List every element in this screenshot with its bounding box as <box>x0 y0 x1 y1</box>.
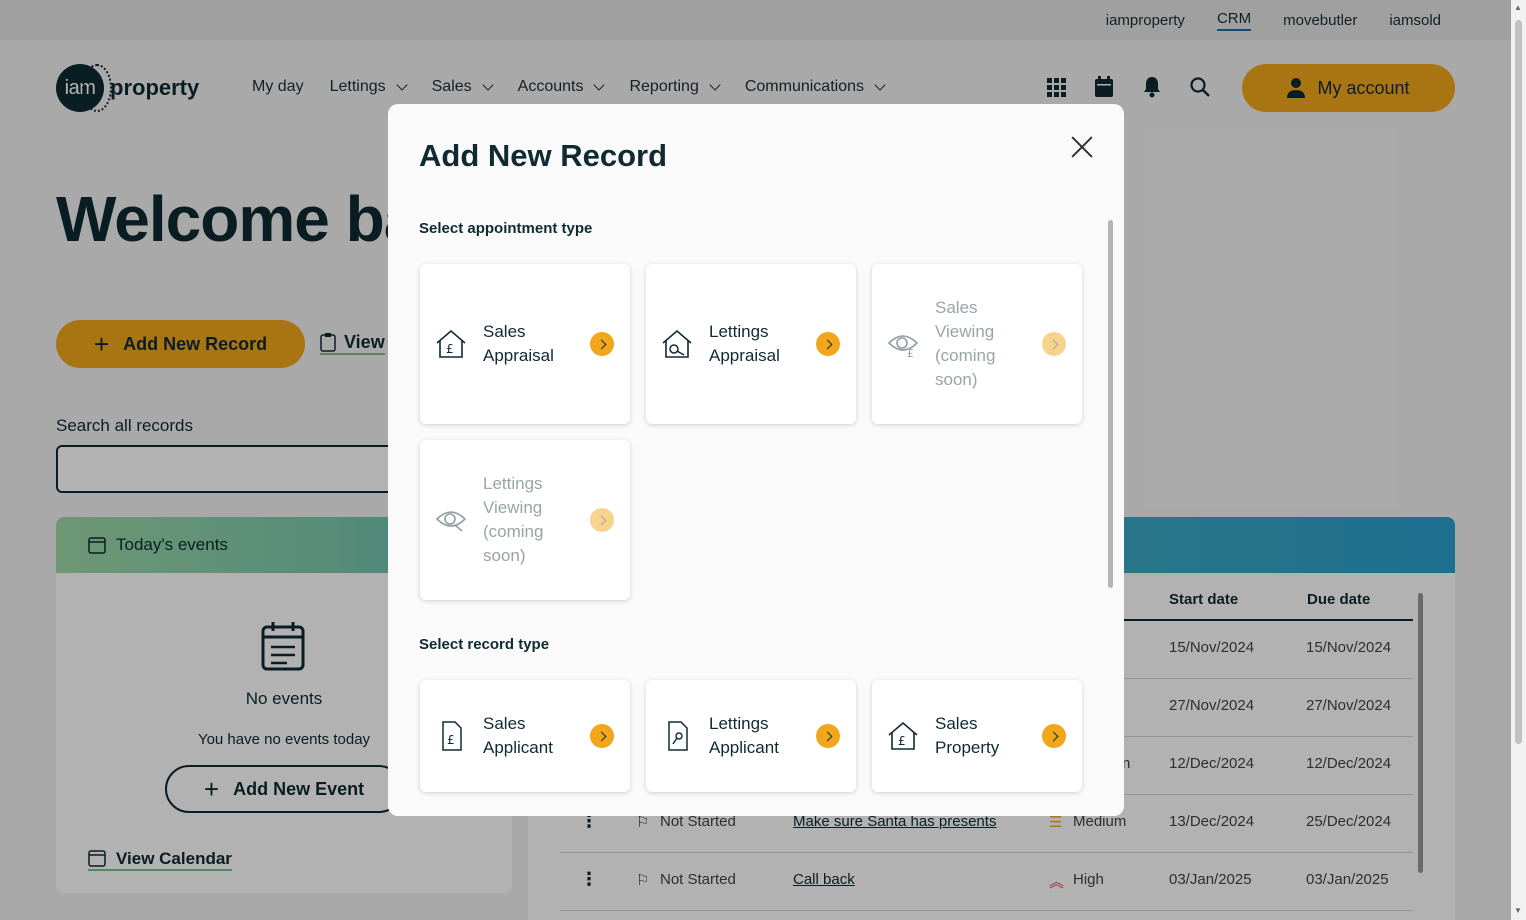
card-label: Sales Viewing (coming soon) <box>935 298 996 389</box>
chevron-right-icon <box>590 332 614 356</box>
card-lettings-applicant[interactable]: Lettings Applicant <box>646 680 856 792</box>
scroll-up-icon[interactable]: ▲ <box>1514 3 1522 12</box>
eye-key-icon <box>435 511 467 532</box>
card-label: Lettings Viewing (coming soon) <box>483 474 544 565</box>
document-pound-icon: £ <box>442 721 462 751</box>
chevron-right-icon <box>1042 332 1066 356</box>
card-sales-appraisal[interactable]: £ Sales Appraisal <box>420 264 630 424</box>
card-label: Sales Property <box>935 714 1000 757</box>
house-pound-icon: £ <box>888 721 918 750</box>
card-lettings-appraisal[interactable]: Lettings Appraisal <box>646 264 856 424</box>
page-scrollbar[interactable]: ▲ ▼ <box>1511 0 1526 920</box>
appointment-section-label: Select appointment type <box>419 220 593 237</box>
card-sales-applicant[interactable]: £ Sales Applicant <box>420 680 630 792</box>
close-icon[interactable] <box>1068 132 1096 160</box>
card-sales-property[interactable]: £ Sales Property <box>872 680 1082 792</box>
add-new-record-modal: Add New Record Select appointment type £… <box>388 104 1124 816</box>
card-sales-viewing: £ Sales Viewing (coming soon) <box>872 264 1082 424</box>
house-pound-icon: £ <box>436 329 466 358</box>
chevron-right-icon <box>590 508 614 532</box>
card-lettings-viewing: Lettings Viewing (coming soon) <box>420 440 630 600</box>
scroll-down-icon[interactable]: ▼ <box>1514 906 1522 915</box>
record-section-label: Select record type <box>419 636 550 653</box>
card-label: Sales Applicant <box>483 714 553 757</box>
card-label: Lettings Appraisal <box>709 322 780 365</box>
chevron-right-icon <box>590 724 614 748</box>
modal-title: Add New Record <box>419 138 668 173</box>
card-label: Sales Appraisal <box>483 322 554 365</box>
svg-text:£: £ <box>898 734 906 748</box>
svg-text:£: £ <box>907 347 914 359</box>
modal-scrollbar[interactable] <box>1108 220 1113 588</box>
svg-text:£: £ <box>446 342 454 356</box>
chevron-right-icon <box>1042 724 1066 748</box>
house-key-icon <box>662 329 692 358</box>
document-key-icon <box>668 721 688 751</box>
chevron-right-icon <box>816 724 840 748</box>
eye-pound-icon: £ <box>887 335 919 359</box>
svg-text:£: £ <box>447 733 455 747</box>
chevron-right-icon <box>816 332 840 356</box>
card-label: Lettings Applicant <box>709 714 779 757</box>
page-scrollbar-thumb[interactable] <box>1515 20 1522 744</box>
